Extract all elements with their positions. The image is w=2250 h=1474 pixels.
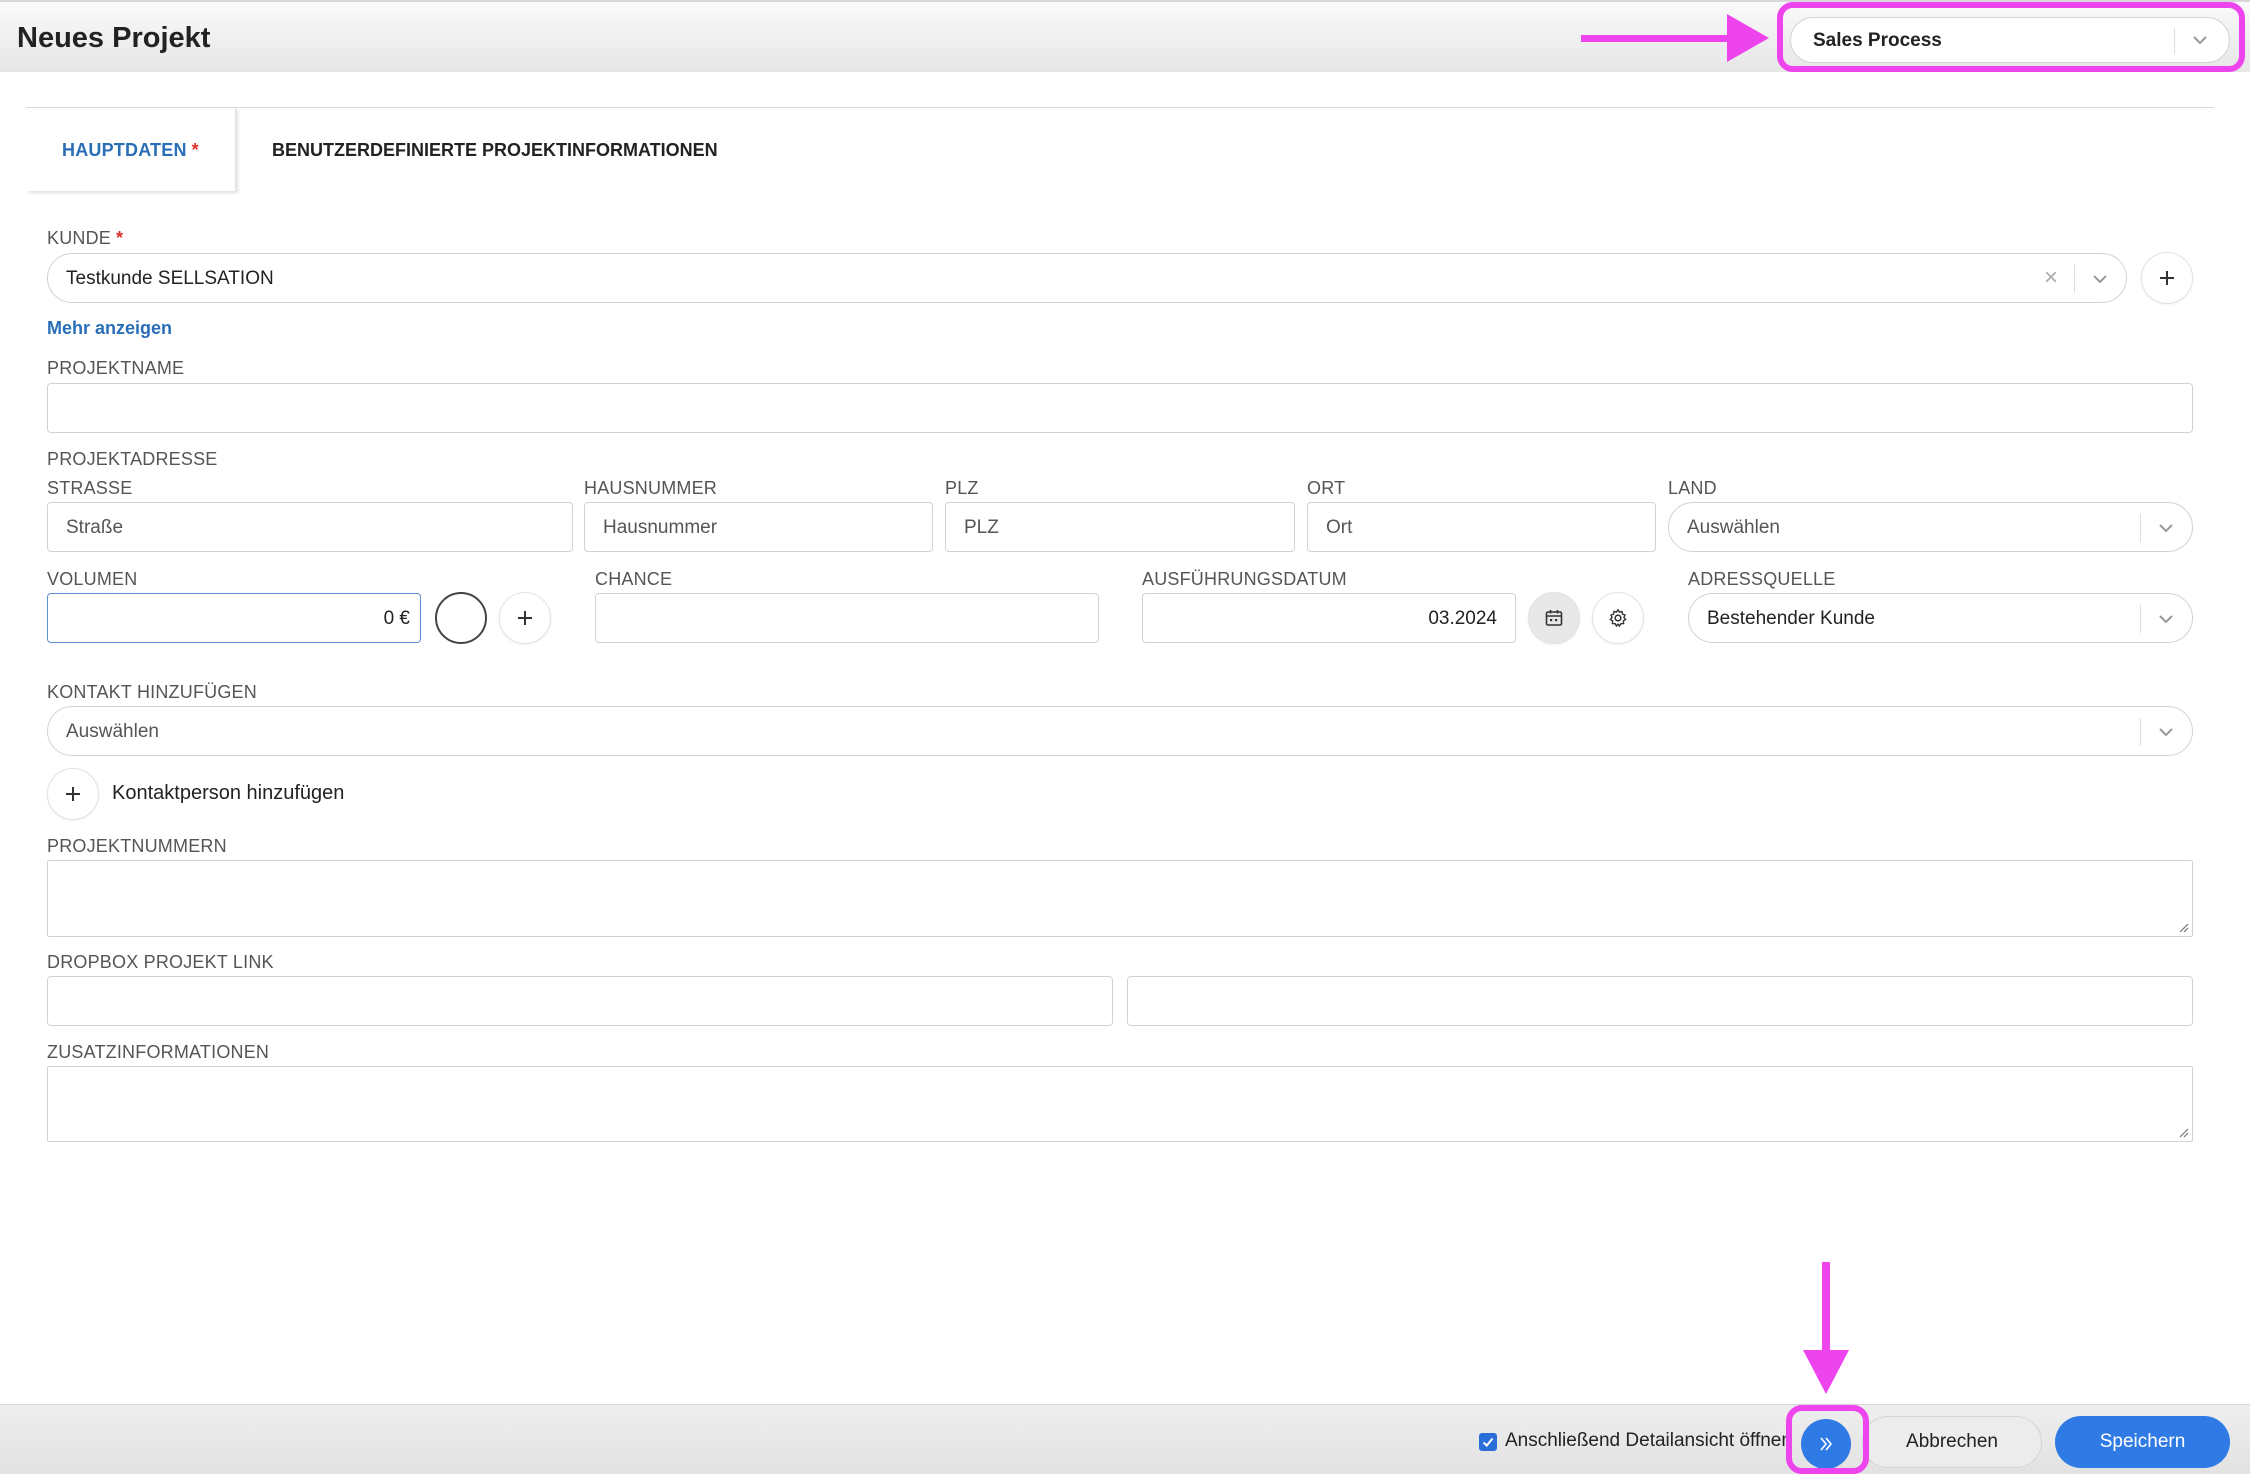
chevron-down-icon [2159, 728, 2173, 737]
projektadresse-label: PROJEKTADRESSE [47, 449, 218, 469]
projektname-label: PROJEKTNAME [47, 358, 185, 378]
open-detail-checkbox[interactable] [1479, 1433, 1497, 1451]
plz-label: PLZ [945, 478, 979, 498]
land-label: LAND [1668, 478, 1717, 498]
clear-icon[interactable]: × [2044, 264, 2058, 292]
resize-grip-icon[interactable] [2177, 1126, 2189, 1138]
checkmark-icon [1482, 1437, 1494, 1447]
datum-settings-button[interactable] [1592, 592, 1644, 644]
kontakt-dropdown-toggle[interactable] [2140, 707, 2192, 757]
ausfuehrungsdatum-input[interactable]: 03.2024 [1142, 593, 1516, 643]
hausnummer-placeholder: Hausnummer [603, 517, 718, 538]
adressquelle-dropdown-toggle[interactable] [2140, 594, 2192, 644]
land-select[interactable]: Auswählen [1668, 502, 2193, 552]
tab-benutzerdefinierte-projektinformationen[interactable]: BENUTZERDEFINIERTE PROJEKTINFORMATIONEN [272, 140, 718, 161]
chance-input[interactable] [595, 593, 1099, 643]
select-separator [2140, 718, 2141, 746]
save-button[interactable]: Speichern [2055, 1416, 2230, 1468]
select-separator [2140, 605, 2141, 633]
add-kunde-button[interactable] [2141, 252, 2193, 304]
strasse-input[interactable]: Straße [47, 502, 573, 552]
chevron-down-icon [2093, 275, 2107, 284]
hausnummer-input[interactable]: Hausnummer [584, 502, 933, 552]
volumen-input[interactable]: 0 € [47, 593, 421, 643]
dropbox-link-input-2[interactable] [1127, 976, 2193, 1026]
chevron-down-icon [2159, 524, 2173, 533]
projektname-input[interactable] [47, 383, 2193, 433]
kunde-label: KUNDE * [47, 228, 123, 249]
kunde-select[interactable]: Testkunde SELLSATION × [47, 253, 2127, 303]
kontakt-label: KONTAKT HINZUFÜGEN [47, 682, 257, 702]
ausfuehrungsdatum-label: AUSFÜHRUNGSDATUM [1142, 569, 1347, 589]
plus-icon [66, 787, 80, 801]
select-separator [2140, 514, 2141, 542]
kunde-label-text: KUNDE [47, 228, 112, 248]
resize-grip-icon[interactable] [2177, 921, 2189, 933]
annotation-arrow-shaft [1581, 35, 1731, 42]
open-detail-checkbox-label[interactable]: Anschließend Detailansicht öffnen [1505, 1430, 1792, 1452]
volumen-value: 0 € [383, 608, 410, 629]
zusatzinformationen-textarea[interactable] [47, 1066, 2193, 1142]
annotation-highlight-process [1777, 2, 2245, 72]
add-kontaktperson-label[interactable]: Kontaktperson hinzufügen [112, 782, 344, 805]
chance-label: CHANCE [595, 569, 673, 589]
tab-hauptdaten[interactable]: HAUPTDATEN * [26, 108, 236, 191]
footer-bar: Anschließend Detailansicht öffnen Abbrec… [0, 1404, 2250, 1474]
ort-input[interactable]: Ort [1307, 502, 1656, 552]
volumen-label: VOLUMEN [47, 569, 138, 589]
plus-icon [518, 611, 532, 625]
projektnummern-textarea[interactable] [47, 860, 2193, 937]
dropbox-label: DROPBOX PROJEKT LINK [47, 952, 274, 972]
gear-icon [1609, 608, 1627, 628]
plz-input[interactable]: PLZ [945, 502, 1295, 552]
chevron-down-icon [2159, 615, 2173, 624]
adressquelle-label: ADRESSQUELLE [1688, 569, 1836, 589]
projektnummern-label: PROJEKTNUMMERN [47, 836, 227, 856]
mehr-anzeigen-link[interactable]: Mehr anzeigen [47, 318, 172, 339]
page-title: Neues Projekt [17, 22, 211, 54]
tabs-divider [26, 107, 2214, 108]
required-mark: * [116, 228, 124, 248]
annotation-arrow-head [1803, 1350, 1849, 1394]
land-placeholder: Auswählen [1687, 517, 1780, 538]
volumen-add-button[interactable] [499, 592, 551, 644]
annotation-highlight-next [1786, 1405, 1869, 1474]
ort-placeholder: Ort [1326, 517, 1353, 538]
select-separator [2074, 265, 2075, 293]
strasse-label: STRASSE [47, 478, 133, 498]
dropbox-link-input-1[interactable] [47, 976, 1113, 1026]
plus-icon [2160, 271, 2174, 285]
cancel-button[interactable]: Abbrechen [1862, 1416, 2042, 1468]
land-dropdown-toggle[interactable] [2140, 503, 2192, 553]
annotation-arrow-shaft [1822, 1262, 1830, 1352]
zusatzinformationen-label: ZUSATZINFORMATIONEN [47, 1042, 270, 1062]
ausfuehrungsdatum-value: 03.2024 [1428, 608, 1497, 629]
tab-hauptdaten-label: HAUPTDATEN [62, 140, 187, 160]
hausnummer-label: HAUSNUMMER [584, 478, 718, 498]
kunde-value: Testkunde SELLSATION [66, 268, 274, 289]
kunde-dropdown-toggle[interactable] [2074, 254, 2126, 304]
adressquelle-value: Bestehender Kunde [1707, 608, 1875, 629]
calendar-icon [1545, 610, 1563, 626]
required-mark: * [191, 140, 199, 160]
annotation-arrow-head [1727, 14, 1769, 62]
adressquelle-select[interactable]: Bestehender Kunde [1688, 593, 2193, 643]
plz-placeholder: PLZ [964, 517, 999, 538]
kontakt-placeholder: Auswählen [66, 721, 159, 742]
volumen-color-circle[interactable] [435, 592, 487, 644]
kontakt-select[interactable]: Auswählen [47, 706, 2193, 756]
calendar-button[interactable] [1528, 592, 1580, 644]
strasse-placeholder: Straße [66, 517, 124, 538]
ort-label: ORT [1307, 478, 1346, 498]
add-kontaktperson-button[interactable] [47, 768, 99, 820]
